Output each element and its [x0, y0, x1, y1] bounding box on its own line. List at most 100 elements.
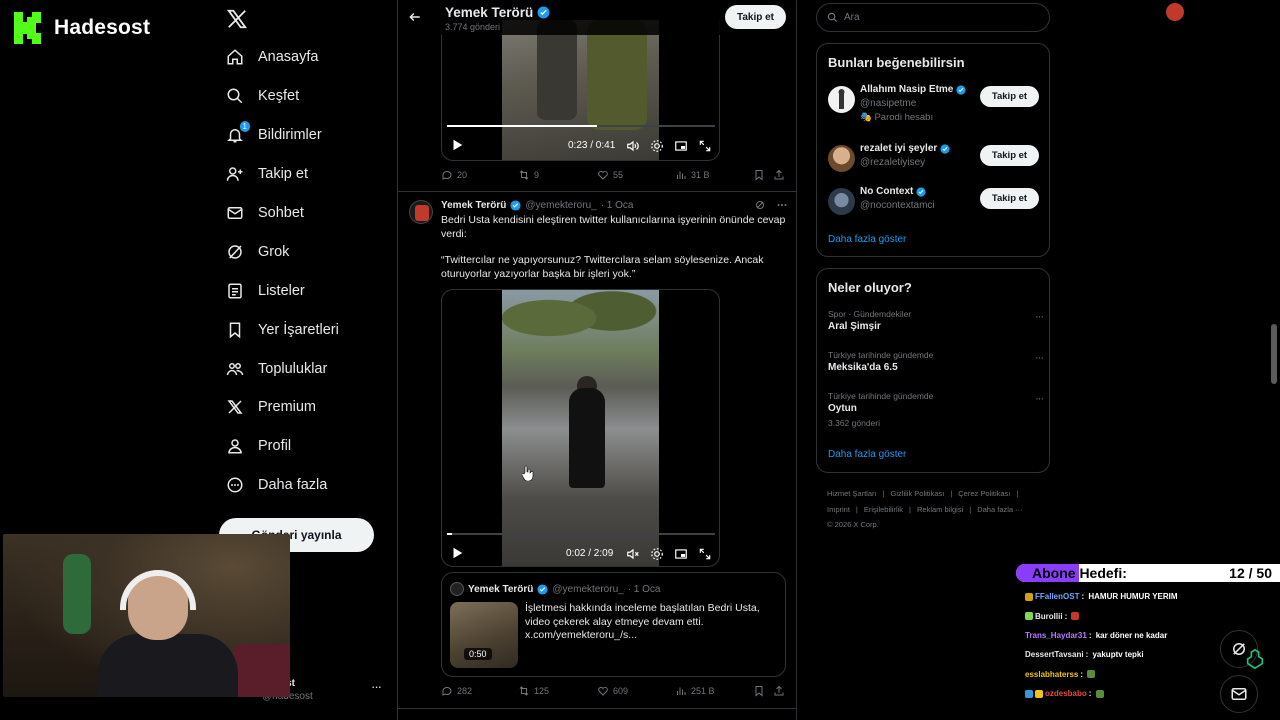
- streamer-body: [98, 634, 238, 697]
- footer-link[interactable]: Daha fazla ···: [977, 505, 1022, 514]
- video-player[interactable]: 0:23 / 0:41: [441, 20, 720, 161]
- search-input[interactable]: [844, 12, 1024, 23]
- follow-button[interactable]: Takip et: [725, 5, 786, 29]
- chat-line: esslabhaterss:: [1025, 665, 1225, 684]
- reply-button[interactable]: 282: [441, 685, 472, 697]
- avatar: [828, 145, 855, 172]
- x-logo-icon[interactable]: [226, 8, 248, 30]
- bookmark-icon[interactable]: [753, 685, 765, 697]
- user-name: rezalet iyi şeyler: [860, 143, 938, 154]
- user-handle: @nocontextamci: [860, 200, 935, 211]
- footer-link[interactable]: Çerez Politikası: [958, 489, 1010, 498]
- kick-logo-icon: [14, 12, 41, 44]
- suggested-user[interactable]: No Context @nocontextamci Takip et: [828, 186, 1043, 226]
- retweet-button[interactable]: 125: [518, 685, 549, 697]
- tweet-actions: 282 125 609 251 B: [441, 685, 786, 701]
- nav-follow[interactable]: Takip et: [218, 155, 388, 194]
- nav-grok[interactable]: Grok: [218, 232, 388, 271]
- follow-button[interactable]: Takip et: [980, 86, 1039, 107]
- trend-topic: Meksika'da 6.5: [828, 362, 898, 373]
- volume-icon[interactable]: [626, 139, 640, 153]
- trend-item[interactable]: Türkiye tarihinde gündemde Meksika'da 6.…: [828, 350, 1044, 373]
- footer-line: Hizmet Şartları | Gizlilik Politikası | Çere…: [827, 486, 1047, 502]
- bookmark-icon[interactable]: [753, 169, 765, 181]
- more-dots-icon[interactable]: ···: [1035, 352, 1044, 364]
- follow-button[interactable]: Takip et: [980, 145, 1039, 166]
- trend-item[interactable]: Türkiye tarihinde gündemde Oytun 3.362 g…: [828, 391, 1044, 428]
- pip-icon[interactable]: [674, 139, 688, 153]
- share-icon[interactable]: [773, 685, 785, 697]
- views-button[interactable]: 251 B: [675, 685, 715, 697]
- suggested-user[interactable]: Allahım Nasip Etme @nasipetme 🎭 Parodi h…: [828, 84, 1043, 124]
- pip-icon[interactable]: [674, 547, 688, 561]
- nav-chat[interactable]: Sohbet: [218, 194, 388, 233]
- show-more-link[interactable]: Daha fazla göster: [828, 449, 906, 460]
- follow-button[interactable]: Takip et: [980, 188, 1039, 209]
- tweet-text: Bedri Usta kendisini eleştiren twitter k…: [441, 214, 786, 294]
- suggested-user[interactable]: rezalet iyi şeyler @rezaletiyisey Takip …: [828, 143, 1043, 183]
- video-progress[interactable]: [447, 125, 715, 127]
- retweet-button[interactable]: 9: [518, 169, 539, 181]
- play-icon[interactable]: [450, 138, 464, 152]
- mute-icon[interactable]: [626, 547, 640, 561]
- reply-button[interactable]: 20: [441, 169, 467, 181]
- tweet-author[interactable]: Yemek Terörü: [441, 200, 506, 211]
- messages-fab[interactable]: [1220, 675, 1258, 713]
- more-dots-icon[interactable]: [776, 199, 788, 211]
- like-button[interactable]: 55: [597, 169, 623, 181]
- nav-more[interactable]: Daha fazla: [218, 466, 388, 505]
- tweet-handle[interactable]: @yemekteroru_: [525, 200, 596, 211]
- footer-link[interactable]: Gizlilik Politikası: [891, 489, 945, 498]
- nav-label: Grok: [258, 243, 290, 260]
- footer-sep: |: [855, 504, 858, 514]
- copyright: © 2026 X Corp.: [827, 520, 879, 529]
- quote-header: Yemek Terörü @yemekteroru_ · 1 Oca: [450, 582, 661, 596]
- more-dots-icon[interactable]: ···: [1035, 393, 1044, 405]
- like-button[interactable]: 609: [597, 685, 628, 697]
- footer-link[interactable]: Erişilebilirlik: [864, 505, 903, 514]
- share-icon[interactable]: [773, 169, 785, 181]
- nav-notifications[interactable]: 1 Bildirimler: [218, 116, 388, 155]
- openai-logo-icon: [1246, 648, 1264, 670]
- settings-icon[interactable]: [650, 139, 664, 153]
- parody-text: Parodi hesabı: [874, 112, 934, 123]
- search-box[interactable]: [816, 3, 1050, 32]
- video-progress[interactable]: [447, 533, 715, 535]
- play-icon[interactable]: [450, 546, 464, 560]
- user-handle: @rezaletiyisey: [860, 157, 926, 168]
- footer-link[interactable]: Hizmet Şartları: [827, 489, 877, 498]
- nav-home[interactable]: Anasayfa: [218, 38, 388, 77]
- cursor-icon: [522, 465, 534, 481]
- divider: [398, 191, 796, 192]
- nav-lists[interactable]: Listeler: [218, 271, 388, 310]
- settings-icon[interactable]: [650, 547, 664, 561]
- reply-count: 282: [457, 686, 473, 696]
- back-arrow-icon[interactable]: [408, 10, 422, 24]
- account-more-icon[interactable]: ···: [371, 679, 382, 694]
- grok-icon[interactable]: [754, 199, 766, 211]
- chat-user: DessertTavsani: [1025, 650, 1084, 660]
- footer-link[interactable]: Reklam bilgisi: [917, 505, 963, 514]
- nav-profile[interactable]: Profil: [218, 427, 388, 466]
- nav-label: Topluluklar: [258, 360, 328, 377]
- trend-item[interactable]: Spor · Gündemdekiler Aral Şimşir ···: [828, 309, 1044, 332]
- extension-logo-icon[interactable]: [1163, 0, 1187, 24]
- scrollbar[interactable]: [1271, 324, 1277, 384]
- quoted-tweet[interactable]: Yemek Terörü @yemekteroru_ · 1 Oca 0:50 …: [441, 572, 786, 677]
- views-button[interactable]: 31 B: [675, 169, 710, 181]
- reply-count: 20: [457, 170, 468, 180]
- fullscreen-icon[interactable]: [698, 547, 712, 561]
- nav-communities[interactable]: Topluluklar: [218, 349, 388, 388]
- nav-premium[interactable]: Premium: [218, 388, 388, 427]
- avatar[interactable]: [409, 200, 433, 224]
- nav-bookmarks[interactable]: Yer İşaretleri: [218, 310, 388, 349]
- show-more-link[interactable]: Daha fazla göster: [828, 234, 906, 245]
- more-dots-icon[interactable]: ···: [1035, 311, 1044, 323]
- fullscreen-icon[interactable]: [698, 139, 712, 153]
- mail-icon: [227, 207, 243, 219]
- footer-link[interactable]: Imprint: [827, 505, 850, 514]
- tweet-date[interactable]: · 1 Oca: [601, 200, 634, 211]
- video-player[interactable]: 0:02 / 2:09: [441, 289, 720, 567]
- nav-explore[interactable]: Keşfet: [218, 77, 388, 116]
- footer-sep: |: [909, 504, 911, 514]
